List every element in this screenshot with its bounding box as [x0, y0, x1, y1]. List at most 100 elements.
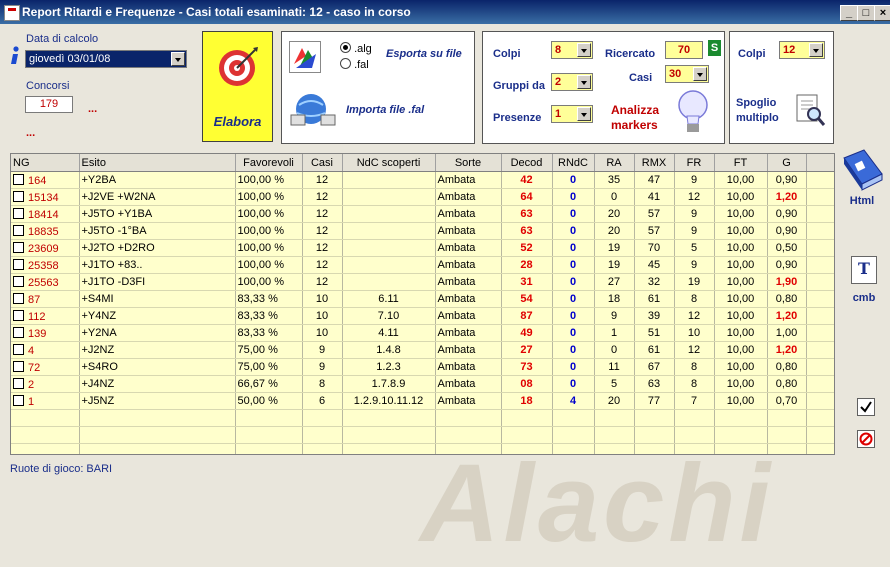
export-icon[interactable]	[289, 41, 321, 73]
background-watermark: Alachi	[420, 442, 775, 565]
chevron-down-icon[interactable]	[171, 52, 185, 66]
s-badge[interactable]: S	[708, 40, 721, 56]
row-checkbox[interactable]	[13, 377, 24, 389]
row-checkbox[interactable]	[13, 309, 24, 321]
column-header[interactable]: Esito	[79, 154, 236, 172]
presenze-label: Presenze	[493, 112, 542, 124]
table-row[interactable]: 18835 +J5TO -1°BA 100,00 % 12 Ambata 63 0 20 57 9…	[11, 222, 834, 240]
table-row[interactable]: 2 +J4NZ 66,67 % 8 1.7.8.9 Ambata 08 0 5 63 8 10,00 0…	[11, 375, 834, 393]
row-checkbox[interactable]	[13, 292, 24, 304]
column-header[interactable]: RA	[594, 154, 635, 172]
cell-ndc	[342, 205, 436, 223]
chevron-down-icon[interactable]	[577, 107, 591, 121]
column-header[interactable]: NG	[11, 154, 80, 172]
cell-g: 0,90	[767, 222, 807, 240]
row-checkbox[interactable]	[13, 173, 24, 185]
table-row[interactable]: 72 +S4RO 75,00 % 9 1.2.3 Ambata 73 0 11 67 8 10,00 0…	[11, 358, 834, 376]
table-row[interactable]: 139 +Y2NA 83,33 % 10 4.11 Ambata 49 0 1 51 10 10,00…	[11, 324, 834, 342]
fal-radio[interactable]: .fal	[340, 57, 369, 71]
table-row[interactable]: 25563 +J1TO -D3FI 100,00 % 12 Ambata 31 0 27 32 1…	[11, 273, 834, 291]
column-header[interactable]: Decod	[501, 154, 553, 172]
colpi-select[interactable]: 8	[551, 41, 593, 59]
lightbulb-icon[interactable]	[675, 88, 711, 139]
gruppi-select[interactable]: 2	[551, 73, 593, 91]
empty-cell	[767, 426, 807, 444]
empty-cell	[79, 409, 236, 427]
cell-ra: 5	[594, 375, 635, 393]
row-checkbox[interactable]	[13, 241, 24, 253]
html-export-button[interactable]: Html	[836, 148, 888, 207]
column-header[interactable]: FR	[674, 154, 715, 172]
results-grid[interactable]: NG Esito Favorevoli Casi NdC scoperti Sorte De…	[10, 153, 835, 455]
cell-rmx: 61	[634, 341, 675, 359]
casi-value: 30	[669, 68, 682, 80]
chevron-down-icon[interactable]	[577, 75, 591, 89]
cell-fav: 100,00 %	[235, 205, 303, 223]
export-file-button[interactable]: Esporta su file	[386, 48, 462, 60]
table-row[interactable]: 87 +S4MI 83,33 % 10 6.11 Ambata 54 0 18 61 8 10,00 0…	[11, 290, 834, 308]
empty-cell	[302, 426, 343, 444]
row-checkbox[interactable]	[13, 190, 24, 202]
table-row[interactable]: 112 +Y4NZ 83,33 % 10 7.10 Ambata 87 0 9 39 12 10,00…	[11, 307, 834, 325]
import-file-button[interactable]: Importa file .fal	[346, 104, 424, 116]
table-row[interactable]: 1 +J5NZ 50,00 % 6 1.2.9.10.11.12 Ambata 18 4 20 7…	[11, 392, 834, 410]
spoglio-multiplo-button[interactable]: Spoglio multiplo	[736, 96, 792, 126]
column-header[interactable]: Casi	[302, 154, 343, 172]
table-row[interactable]: 23609 +J2TO +D2RO 100,00 % 12 Ambata 52 0 19 70 5…	[11, 239, 834, 257]
analizza-markers-button[interactable]: Analizza markers	[611, 103, 671, 133]
cell-ndc: 1.4.8	[342, 341, 436, 359]
date-select[interactable]: giovedì 03/01/08	[25, 50, 187, 68]
casi-select[interactable]: 30	[665, 65, 709, 83]
row-checkbox[interactable]	[13, 326, 24, 338]
spoglio-colpi-value: 12	[783, 44, 796, 56]
minimize-button[interactable]: _	[840, 5, 858, 21]
column-header[interactable]: Favorevoli	[235, 154, 303, 172]
check-all-button[interactable]	[857, 398, 875, 416]
spoglio-colpi-select[interactable]: 12	[779, 41, 825, 59]
chevron-down-icon[interactable]	[577, 43, 591, 57]
empty-cell	[552, 426, 595, 444]
presenze-select[interactable]: 1	[551, 105, 593, 123]
chevron-down-icon[interactable]	[809, 43, 823, 57]
row-checkbox[interactable]	[13, 394, 24, 406]
elabora-button[interactable]: Elabora	[202, 31, 273, 142]
gruppi-label: Gruppi da	[493, 80, 545, 92]
column-header[interactable]: NdC scoperti	[342, 154, 436, 172]
close-button[interactable]: ×	[874, 5, 890, 21]
cell-ndc	[342, 171, 436, 189]
column-header[interactable]: RNdC	[552, 154, 595, 172]
column-header[interactable]: Sorte	[435, 154, 502, 172]
cell-decod: 27	[501, 341, 553, 359]
ng-value: 2	[28, 378, 35, 391]
table-row[interactable]: 25358 +J1TO +83.. 100,00 % 12 Ambata 28 0 19 45 9…	[11, 256, 834, 274]
table-row[interactable]: 15134 +J2VE +W2NA 100,00 % 12 Ambata 64 0 0 41 12…	[11, 188, 834, 206]
column-header[interactable]: G	[767, 154, 807, 172]
cell-g: 1,20	[767, 307, 807, 325]
cell-ndc: 1.2.3	[342, 358, 436, 376]
cell-ra: 18	[594, 290, 635, 308]
column-header[interactable]: FT	[714, 154, 768, 172]
row-checkbox[interactable]	[13, 224, 24, 236]
ricercato-input[interactable]: 70	[665, 41, 703, 59]
row-checkbox[interactable]	[13, 360, 24, 372]
cmb-button[interactable]: T cmb	[848, 256, 880, 304]
table-row[interactable]: 4 +J2NZ 75,00 % 9 1.4.8 Ambata 27 0 0 61 12 10,00 1,…	[11, 341, 834, 359]
alg-radio[interactable]: .alg	[340, 41, 372, 55]
cell-rndc: 0	[552, 307, 595, 325]
table-row[interactable]: 164 +Y2BA 100,00 % 12 Ambata 42 0 35 47 9 10,00 0,9…	[11, 171, 834, 189]
row-checkbox[interactable]	[13, 258, 24, 270]
ng-value: 87	[28, 293, 41, 306]
empty-cell	[501, 409, 553, 427]
maximize-button[interactable]: □	[857, 5, 875, 21]
row-checkbox[interactable]	[13, 343, 24, 355]
chevron-down-icon[interactable]	[693, 67, 707, 81]
import-icon[interactable]	[289, 89, 339, 129]
cell-ft: 10,00	[714, 392, 768, 410]
column-header[interactable]: RMX	[634, 154, 675, 172]
row-checkbox[interactable]	[13, 275, 24, 287]
uncheck-all-button[interactable]	[857, 430, 875, 448]
row-checkbox[interactable]	[13, 207, 24, 219]
document-search-icon[interactable]	[794, 93, 826, 130]
table-row[interactable]: 18414 +J5TO +Y1BA 100,00 % 12 Ambata 63 0 20 57 9…	[11, 205, 834, 223]
concorsi-input[interactable]: 179	[25, 96, 73, 113]
